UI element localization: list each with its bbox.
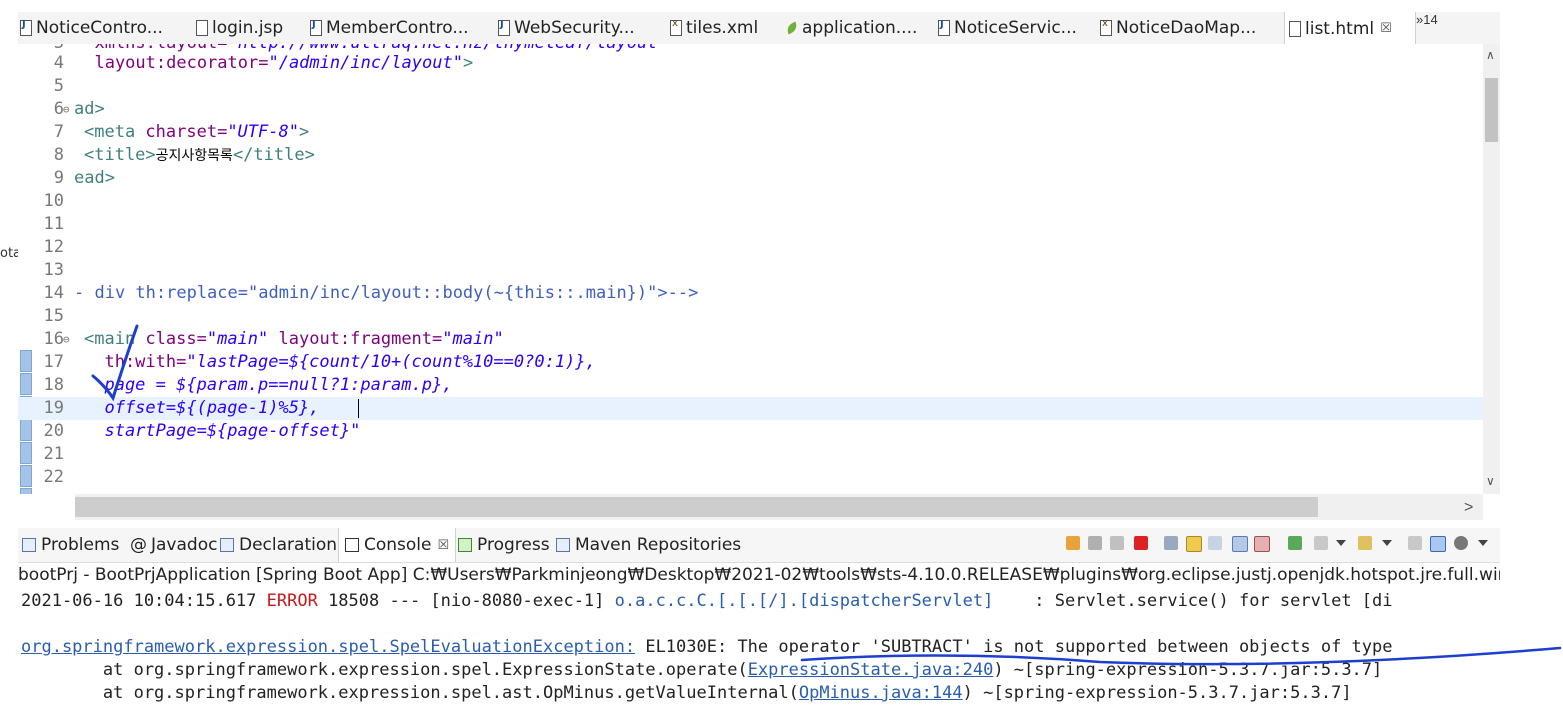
code-line: 12 xyxy=(43,237,64,257)
code-line: 10 xyxy=(43,191,64,211)
code-line: 22 xyxy=(43,467,64,487)
stack-link[interactable]: OpMinus.java:144 xyxy=(799,683,963,703)
scroll-right-icon[interactable]: > xyxy=(1464,499,1473,517)
tab-login-jsp[interactable]: login.jsp xyxy=(196,12,304,44)
code-line: 5 xyxy=(53,76,64,96)
close-tab-icon[interactable]: ☒ xyxy=(438,538,450,553)
console-line: at org.springframework.expression.spel.E… xyxy=(21,660,1383,680)
code-line: 13 xyxy=(43,260,64,280)
spell-check-icon[interactable] xyxy=(1430,536,1446,552)
progress-icon xyxy=(458,538,472,552)
tab-maven-repositories[interactable]: Maven Repositories xyxy=(556,528,741,562)
code-line: 9 ead> xyxy=(53,168,115,188)
code-line: 20 startPage=${page-offset}" xyxy=(43,421,361,441)
code-line: 7 <meta charset="UTF-8"> xyxy=(53,122,310,142)
java-file-icon xyxy=(498,19,510,36)
tab-tiles-xml[interactable]: tiles.xml xyxy=(670,12,780,44)
link-icon[interactable] xyxy=(1066,536,1080,550)
code-line: 11 xyxy=(43,214,64,234)
display-console-icon[interactable] xyxy=(1314,536,1328,550)
scroll-up-icon[interactable]: ∧ xyxy=(1486,48,1495,62)
show-stderr-icon[interactable] xyxy=(1254,536,1270,552)
editor-vertical-scrollbar[interactable]: ∧ ∨ xyxy=(1483,44,1500,494)
tab-progress[interactable]: Progress xyxy=(458,528,550,562)
code-line-current: 19 offset=${(page-1)%5}, xyxy=(18,397,1483,420)
fold-icon[interactable]: ⊖ xyxy=(63,328,70,351)
more-tabs-button[interactable]: »14 xyxy=(1416,12,1438,27)
code-line: 14- div th:replace="admin/inc/layout::bo… xyxy=(43,283,699,303)
launch-description: bootPrj - BootPrjApplication [Spring Boo… xyxy=(18,565,1500,585)
clear-console-icon[interactable] xyxy=(1164,536,1178,550)
declaration-icon xyxy=(220,538,234,552)
xml-file-icon xyxy=(1100,18,1112,36)
remove-all-icon[interactable] xyxy=(1110,536,1124,550)
maven-icon xyxy=(556,538,570,552)
scrollbar-thumb[interactable] xyxy=(1485,78,1498,142)
console-toolbar xyxy=(1062,530,1500,560)
scroll-lock-icon[interactable] xyxy=(1186,536,1202,552)
console-line: org.springframework.expression.spel.Spel… xyxy=(21,637,1393,657)
text-cursor xyxy=(358,399,359,418)
code-line: 15 xyxy=(43,306,64,326)
tab-console[interactable]: Console ☒ xyxy=(338,528,457,562)
chevron-down-icon[interactable] xyxy=(1382,540,1392,546)
code-line: 18 page = ${param.p==null?1:param.p}, xyxy=(43,375,453,395)
console-icon xyxy=(345,538,359,552)
problems-icon xyxy=(22,538,36,552)
tab-member-controller[interactable]: MemberContro... xyxy=(310,12,490,44)
code-line: 4 layout:decorator="/admin/inc/layout"> xyxy=(53,53,474,73)
console-output[interactable]: 2021-06-16 10:04:15.617 ERROR 18508 --- … xyxy=(18,588,1500,708)
html-file-icon xyxy=(1289,20,1301,37)
code-editor[interactable]: 3 xmlns:layout="http://www.ultraq.net.nz… xyxy=(18,44,1500,494)
code-line: 8 <title>공지사항목록</title> xyxy=(53,145,315,165)
console-line: 2021-06-16 10:04:15.617 ERROR 18508 --- … xyxy=(21,591,1393,611)
word-wrap-icon[interactable] xyxy=(1208,536,1222,550)
java-file-icon xyxy=(20,19,32,36)
scroll-down-icon[interactable]: ∨ xyxy=(1486,474,1495,488)
stack-link[interactable]: ExpressionState.java:240 xyxy=(748,660,994,680)
remove-launch-icon[interactable] xyxy=(1088,536,1102,550)
xml-file-icon xyxy=(670,18,682,36)
chevron-down-icon[interactable] xyxy=(1336,540,1346,546)
close-tab-icon[interactable]: ☒ xyxy=(1380,21,1392,36)
tab-javadoc[interactable]: @ Javadoc xyxy=(130,528,217,562)
open-console-icon[interactable] xyxy=(1358,536,1372,550)
pin-console-icon[interactable] xyxy=(1288,536,1302,550)
editor-tab-bar: NoticeContro... login.jsp MemberContro..… xyxy=(18,12,1500,45)
java-file-icon xyxy=(938,19,950,36)
tab-application[interactable]: application.... xyxy=(786,12,936,44)
left-edge-panel: ota xyxy=(0,0,21,708)
jsp-file-icon xyxy=(196,20,208,36)
code-line: 21 xyxy=(43,444,64,464)
tab-notice-service[interactable]: NoticeServic... xyxy=(938,12,1098,44)
java-file-icon xyxy=(310,19,322,36)
tab-notice-dao-mapper[interactable]: NoticeDaoMap... xyxy=(1100,12,1280,44)
scrollbar-thumb[interactable] xyxy=(75,497,1318,517)
console-line: at org.springframework.expression.spel.a… xyxy=(21,683,1352,703)
tab-list-html[interactable]: list.html ☒ xyxy=(1284,12,1416,45)
tab-declaration[interactable]: Declaration xyxy=(220,528,337,562)
code-line: 6 ⊖ ad> xyxy=(53,98,105,121)
show-stdout-icon[interactable] xyxy=(1232,536,1248,552)
spring-leaf-icon xyxy=(786,21,800,35)
code-line: 16 ⊖ <main class="main" layout:fragment="m… xyxy=(43,328,504,351)
exception-link[interactable]: org.springframework.expression.spel.Spel… xyxy=(21,637,635,657)
fold-icon[interactable]: ⊖ xyxy=(63,98,70,121)
tab-web-security[interactable]: WebSecurity... xyxy=(498,12,658,44)
chevron-down-icon[interactable] xyxy=(1478,540,1488,546)
tab-notice-controller[interactable]: NoticeContro... xyxy=(20,12,188,44)
gear-icon[interactable] xyxy=(1454,536,1468,550)
copy-icon[interactable] xyxy=(1408,536,1422,550)
terminate-icon[interactable] xyxy=(1134,536,1148,550)
editor-horizontal-scrollbar[interactable] xyxy=(75,494,1483,520)
code-line: 17 th:with="lastPage=${count/10+(count%1… xyxy=(43,352,596,372)
tab-problems[interactable]: Problems xyxy=(22,528,119,562)
javadoc-icon: @ xyxy=(130,535,147,555)
